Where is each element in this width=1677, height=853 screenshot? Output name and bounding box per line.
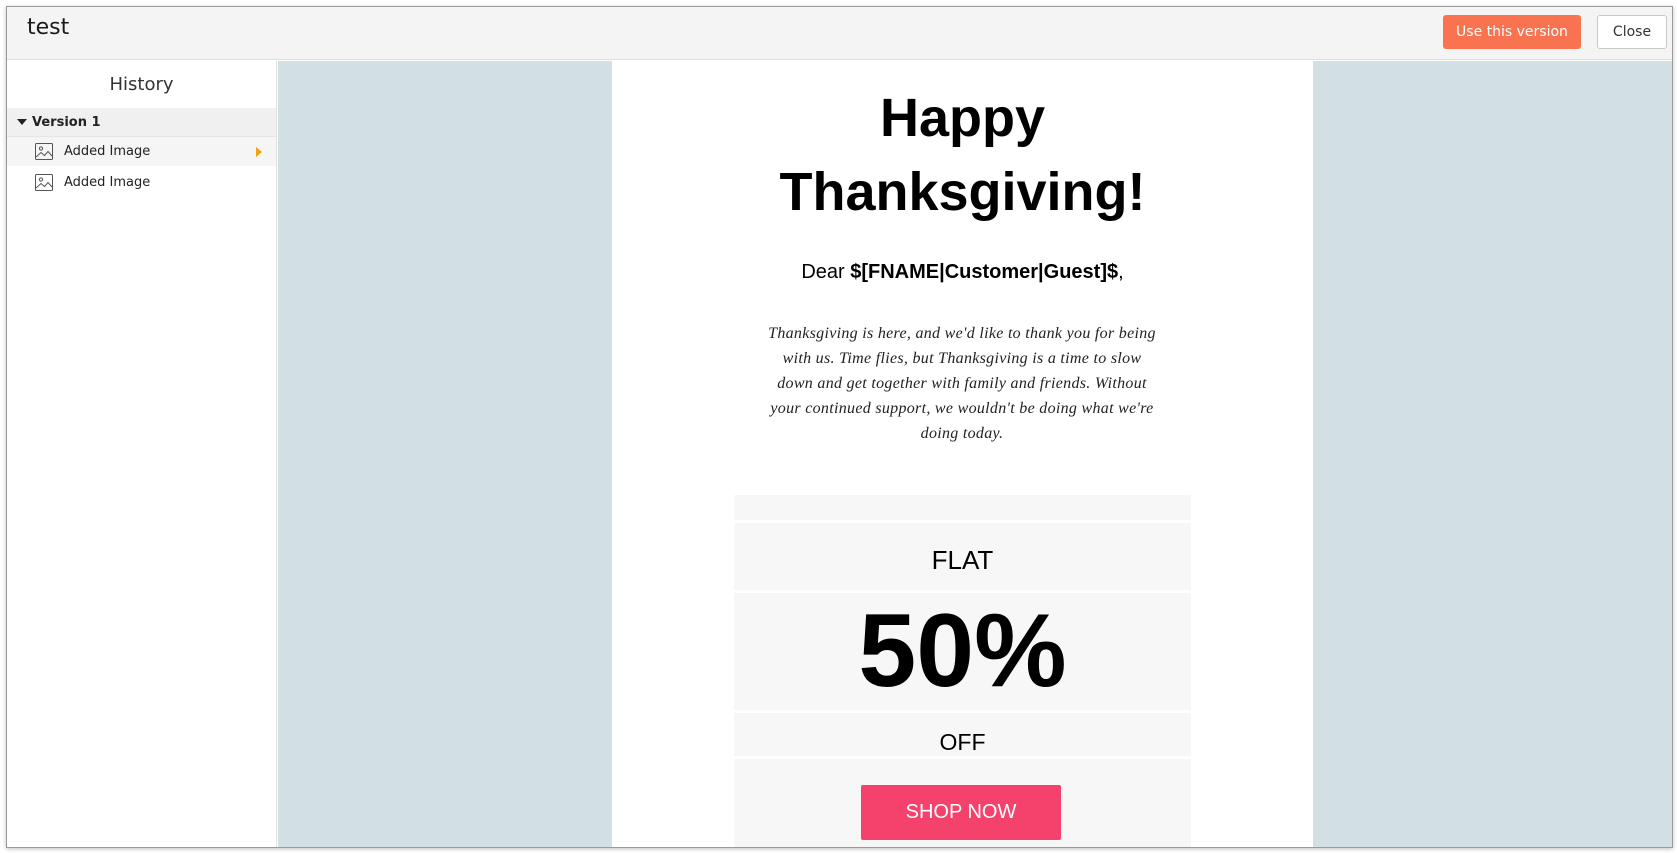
image-icon xyxy=(35,143,53,160)
shop-now-button[interactable]: SHOP NOW xyxy=(861,785,1061,840)
headline-line-2: Thanksgiving! xyxy=(779,162,1146,222)
email-body: Happy Thanksgiving! Dear $[FNAME|Custome… xyxy=(612,61,1313,847)
email-greeting: Dear $[FNAME|Customer|Guest]$, xyxy=(612,261,1313,284)
offer-percentage: 50% xyxy=(858,593,1067,709)
header-bar: test Use this version Close xyxy=(7,7,1672,60)
version-label: Version 1 xyxy=(32,114,101,130)
email-preview-canvas[interactable]: Happy Thanksgiving! Dear $[FNAME|Custome… xyxy=(278,61,1672,847)
image-icon xyxy=(35,174,53,191)
history-item[interactable]: Added Image xyxy=(7,137,276,166)
offer-divider xyxy=(734,756,1191,759)
document-title: test xyxy=(27,15,70,40)
history-item-label: Added Image xyxy=(64,144,151,159)
caret-right-icon xyxy=(256,147,262,157)
version-group-toggle[interactable]: Version 1 xyxy=(7,108,276,137)
offer-divider xyxy=(734,520,1191,523)
history-title: History xyxy=(109,74,174,95)
offer-flat-label: FLAT xyxy=(931,545,994,575)
history-item-label: Added Image xyxy=(64,175,151,190)
use-this-version-button[interactable]: Use this version xyxy=(1443,15,1581,49)
greeting-merge-tag: $[FNAME|Customer|Guest]$ xyxy=(850,261,1119,283)
history-item[interactable]: Added Image xyxy=(7,168,276,197)
history-sidebar: History Version 1 Added Image Added Imag… xyxy=(7,61,277,847)
caret-down-icon xyxy=(17,119,27,125)
headline-line-1: Happy xyxy=(879,88,1046,148)
email-headline: Happy Thanksgiving! xyxy=(612,81,1313,229)
greeting-suffix: , xyxy=(1118,261,1124,283)
offer-block: FLAT 50% OFF SHOP NOW xyxy=(734,495,1191,847)
close-button[interactable]: Close xyxy=(1597,15,1667,49)
version-history-window: test Use this version Close History Vers… xyxy=(6,6,1673,848)
offer-off-label: OFF xyxy=(939,729,986,755)
email-body-text: Thanksgiving is here, and we'd like to t… xyxy=(768,325,1156,442)
greeting-prefix: Dear xyxy=(801,261,851,283)
